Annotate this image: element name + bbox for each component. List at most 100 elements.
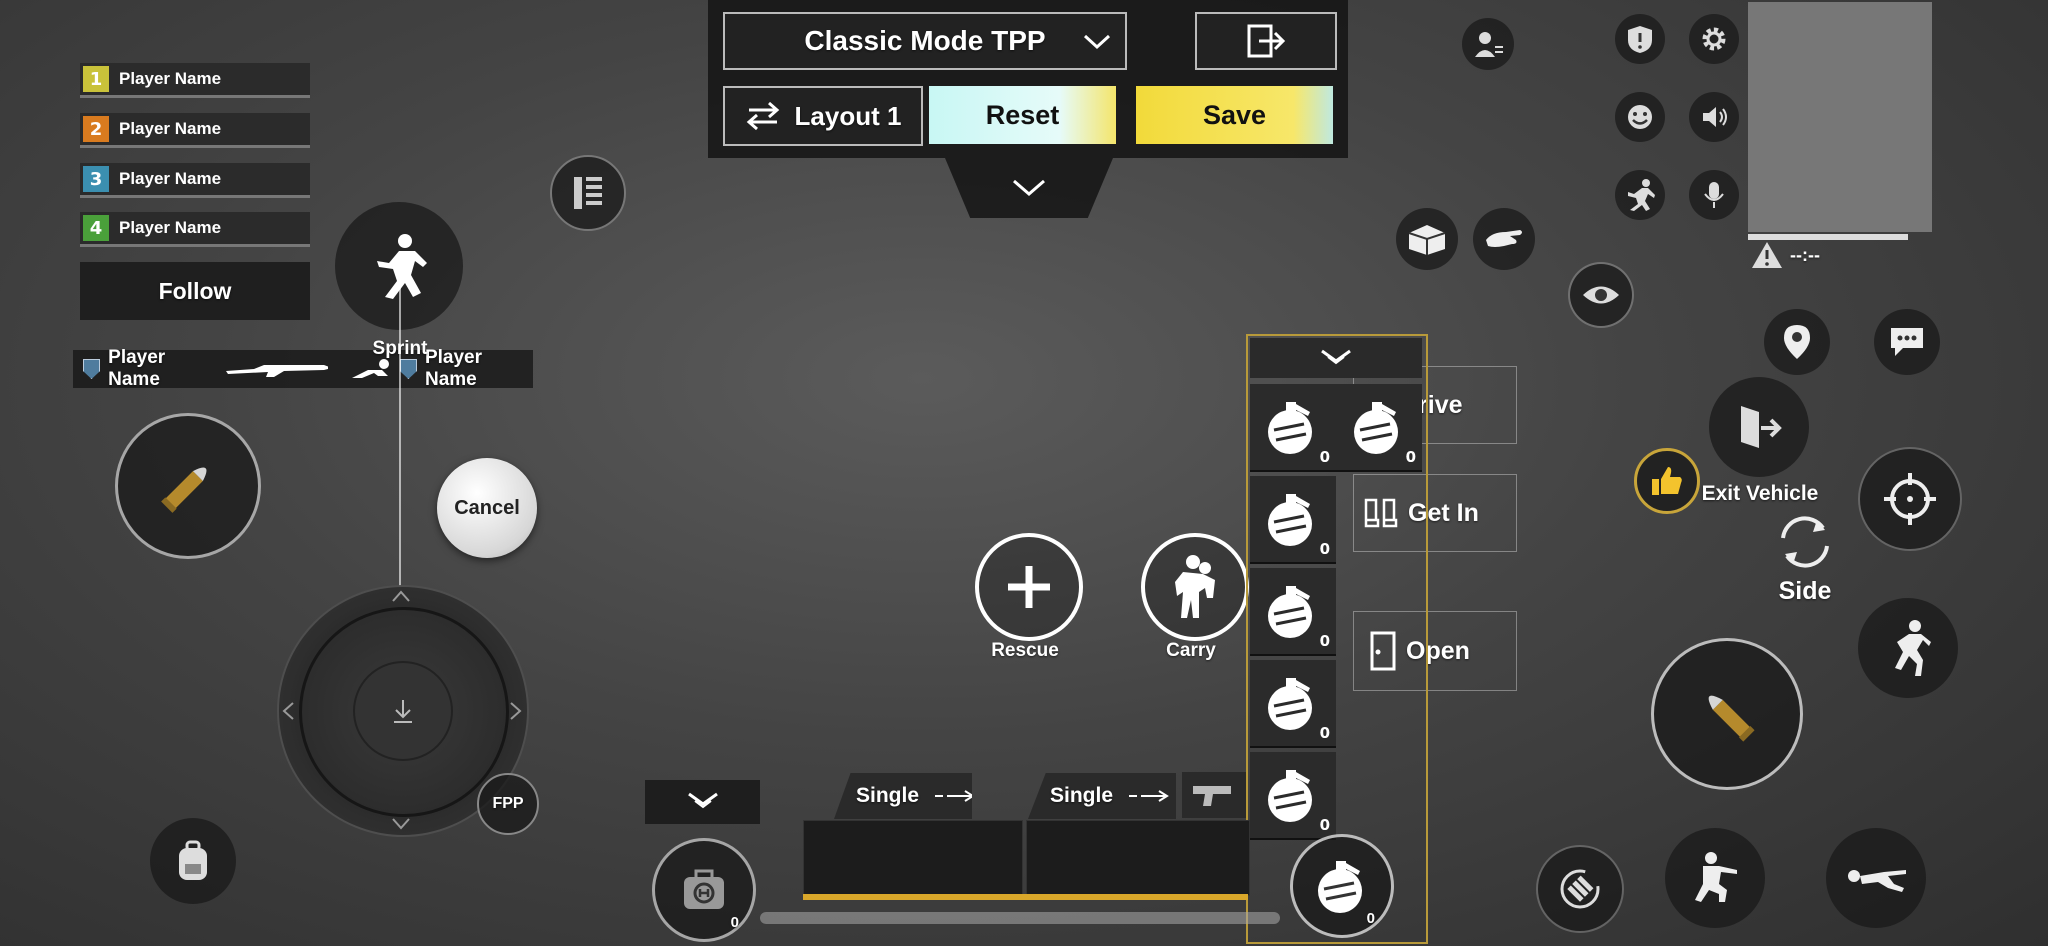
plus-icon	[1008, 566, 1050, 608]
pickup-hand-button[interactable]	[1473, 208, 1535, 270]
weapon-2-fire-mode[interactable]: Single	[1028, 773, 1176, 819]
microphone-button[interactable]	[1689, 170, 1739, 220]
exit-door-icon	[1741, 406, 1782, 448]
settings-button[interactable]	[1689, 14, 1739, 64]
reset-button[interactable]: Reset	[929, 86, 1116, 144]
team-member-name: Player Name	[119, 69, 222, 88]
heal-button[interactable]: 0	[652, 838, 756, 942]
weapon-1-fire-mode[interactable]: Single	[834, 773, 972, 819]
backpack-button[interactable]	[150, 818, 236, 904]
pickup-crate-button[interactable]	[1396, 208, 1458, 270]
eye-icon	[1583, 286, 1619, 304]
single-shot-icon	[1129, 790, 1169, 802]
throwable-count: 0	[1319, 540, 1330, 558]
crouch-button[interactable]	[1665, 828, 1765, 928]
speaker-icon	[1703, 107, 1727, 127]
team-member-2[interactable]: 2 Player Name	[80, 113, 310, 148]
gear-icon	[1702, 27, 1726, 51]
grenade-icon	[1354, 402, 1398, 454]
fire-button-right[interactable]	[1651, 638, 1803, 790]
single-shot-icon	[935, 790, 972, 802]
health-bar	[760, 912, 1280, 924]
throwable-slot-3[interactable]: 0	[1250, 568, 1336, 656]
team-member-3[interactable]: 3 Player Name	[80, 163, 310, 198]
jump-icon	[1895, 620, 1931, 676]
swap-arrows-icon	[746, 101, 779, 131]
weapon-slot-1[interactable]	[803, 820, 1023, 896]
minimap[interactable]	[1748, 2, 1932, 232]
chevron-left-icon	[282, 702, 294, 720]
throwable-slot-2[interactable]: 0	[1250, 476, 1336, 564]
save-button[interactable]: Save	[1136, 86, 1333, 144]
fire-button-left[interactable]	[115, 413, 261, 559]
throwable-count: 0	[1319, 632, 1330, 650]
team-number: 3	[83, 166, 109, 192]
throwable-slot-4[interactable]: 0	[1250, 660, 1336, 748]
minimap-status: --:--	[1750, 240, 1820, 270]
fpp-toggle-button[interactable]: FPP	[477, 773, 539, 835]
chevron-up-icon	[392, 590, 410, 602]
rescue-button[interactable]	[975, 533, 1083, 641]
emote-button[interactable]	[1615, 92, 1665, 142]
fire-mode-label: Single	[1050, 784, 1114, 807]
collapse-throwables-button[interactable]	[1250, 338, 1422, 378]
collapse-bottom-button[interactable]	[645, 780, 760, 824]
throwable-count: 0	[1319, 448, 1330, 466]
carry-button[interactable]	[1141, 533, 1249, 641]
mode-label: Classic Mode TPP	[804, 25, 1046, 56]
report-button[interactable]	[1615, 14, 1665, 64]
pistol-slot[interactable]	[1182, 772, 1246, 818]
reload-ammo-icon	[1560, 869, 1600, 909]
team-member-1[interactable]: 1 Player Name	[80, 63, 310, 98]
throwable-slot-5[interactable]: 0	[1250, 752, 1336, 840]
crate-icon	[1408, 225, 1446, 255]
expand-toolbar-button[interactable]	[945, 158, 1113, 218]
weapon-slot-2[interactable]	[1026, 820, 1250, 896]
team-member-4[interactable]: 4 Player Name	[80, 212, 310, 247]
switch-side-button[interactable]	[1773, 510, 1837, 574]
heal-count: 0	[730, 914, 739, 931]
exit-vehicle-label: Exit Vehicle	[1701, 482, 1819, 505]
quick-sprint-button[interactable]	[1615, 170, 1665, 220]
throwable-slot-1[interactable]: 0 0	[1250, 384, 1422, 472]
throwable-count: 0	[1405, 448, 1416, 466]
follow-button[interactable]: Follow	[80, 262, 310, 320]
map-pin-icon	[1784, 325, 1810, 359]
shield-alert-icon	[1628, 26, 1652, 53]
quick-chat-button[interactable]	[1874, 309, 1940, 375]
exit-layout-button[interactable]	[1195, 12, 1337, 70]
running-icon	[1628, 179, 1655, 211]
speaker-button[interactable]	[1689, 92, 1739, 142]
cancel-button[interactable]: Cancel	[437, 458, 537, 558]
exit-vehicle-button[interactable]	[1709, 377, 1809, 477]
prone-button[interactable]	[1826, 828, 1926, 928]
team-member-name: Player Name	[119, 169, 222, 188]
hand-pickup-icon	[1486, 230, 1522, 247]
inventory-toggle-button[interactable]	[550, 155, 626, 231]
reload-button[interactable]	[1536, 845, 1624, 933]
chevron-down-icon	[392, 818, 410, 830]
thumbs-up-button[interactable]	[1634, 448, 1700, 514]
prone-icon	[1848, 870, 1906, 892]
throwable-count: 0	[1319, 816, 1330, 834]
thumbs-up-icon	[1652, 467, 1682, 495]
layout-switch-button[interactable]: Layout 1	[723, 86, 923, 146]
grenade-icon	[1268, 770, 1312, 822]
map-marker-button[interactable]	[1764, 309, 1830, 375]
peek-eye-button[interactable]	[1568, 262, 1634, 328]
crosshair-icon	[1884, 473, 1936, 525]
bullet-icon	[1708, 695, 1755, 742]
rescue-label: Rescue	[991, 640, 1059, 661]
team-voice-settings-button[interactable]	[1462, 18, 1514, 70]
mode-dropdown[interactable]: Classic Mode TPP	[723, 12, 1127, 70]
grenade-icon	[1268, 586, 1312, 638]
throw-button[interactable]: 0	[1290, 834, 1394, 938]
jump-button[interactable]	[1858, 598, 1958, 698]
chat-bubble-icon	[1891, 328, 1923, 356]
joystick-thumb[interactable]	[353, 661, 453, 761]
throwable-count: 0	[1319, 724, 1330, 742]
aim-scope-button[interactable]	[1858, 447, 1962, 551]
grenade-icon	[1318, 861, 1362, 913]
exit-icon	[1247, 24, 1286, 58]
side-label: Side	[1778, 577, 1832, 605]
